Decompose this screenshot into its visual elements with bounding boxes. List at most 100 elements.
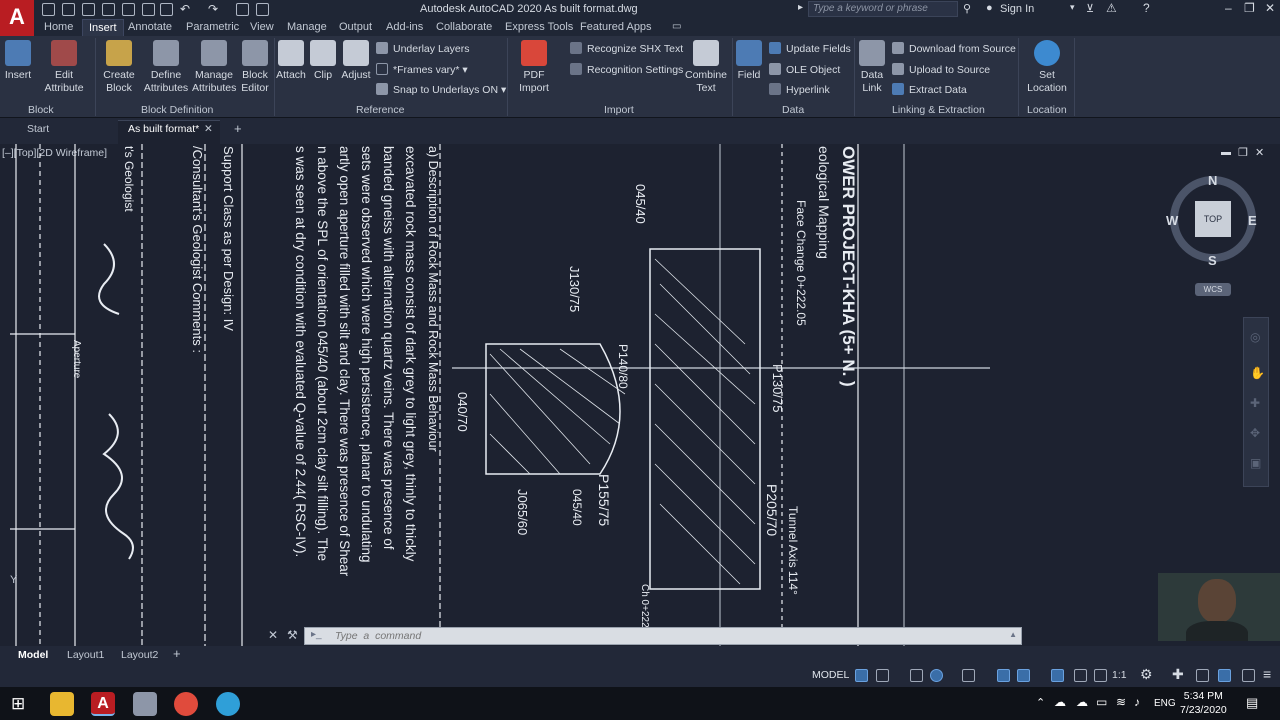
new-file-icon[interactable] (42, 3, 55, 16)
tab-parametric[interactable]: Parametric (186, 21, 239, 33)
tab-featured-apps[interactable]: Featured Apps (580, 21, 652, 33)
panel-label-reference[interactable]: Reference (356, 104, 404, 116)
compass-north[interactable]: N (1208, 173, 1217, 188)
upload-to-source-button[interactable]: Upload to Source (892, 63, 990, 76)
define-attributes-button[interactable]: Define Attributes (142, 40, 190, 95)
cloud-save-icon[interactable] (142, 3, 155, 16)
scale-value[interactable]: 1:1 (1112, 669, 1127, 681)
tab-add-ins[interactable]: Add-ins (386, 21, 423, 33)
panel-label-block[interactable]: Block (28, 104, 54, 116)
insert-button[interactable]: Insert (2, 40, 34, 82)
save-icon[interactable] (82, 3, 95, 16)
expand-arrow-icon[interactable]: ▸ (798, 2, 803, 13)
quick-properties-icon[interactable] (1218, 669, 1231, 682)
autocad-logo[interactable]: A (0, 0, 34, 36)
viewport-minimize-icon[interactable]: ▬ (1221, 147, 1231, 158)
workspace-gear-icon[interactable]: ⚙ (1140, 666, 1153, 683)
grid-icon[interactable] (855, 669, 868, 682)
panel-label-linking[interactable]: Linking & Extraction (892, 104, 985, 116)
language-indicator[interactable]: ENG (1154, 698, 1176, 709)
model-space-toggle[interactable]: MODEL (812, 669, 849, 681)
search-input[interactable]: Type a keyword or phrase (808, 1, 958, 17)
plot-icon[interactable] (160, 3, 173, 16)
underlay-layers-button[interactable]: Underlay Layers (376, 42, 469, 55)
redo-icon[interactable]: ↷ (208, 2, 218, 16)
block-editor-button[interactable]: Block Editor (238, 40, 272, 95)
panel-label-location[interactable]: Location (1027, 104, 1067, 116)
object-snap-tracking-icon[interactable] (997, 669, 1010, 682)
cloud-icon[interactable]: ☁ (1076, 695, 1088, 709)
auto-scale-icon[interactable] (1074, 669, 1087, 682)
customization-icon[interactable]: ≡ (1263, 666, 1271, 682)
file-explorer-icon[interactable] (50, 692, 74, 716)
ortho-icon[interactable] (910, 669, 923, 682)
onedrive-icon[interactable]: ☁ (1054, 695, 1066, 709)
units-icon[interactable] (1196, 669, 1209, 682)
clip-button[interactable]: Clip (310, 40, 336, 82)
minimize-button[interactable]: – (1225, 1, 1232, 15)
chevron-down-icon[interactable]: ▾ (1070, 2, 1075, 13)
isodraft-icon[interactable] (962, 669, 975, 682)
close-button[interactable]: ✕ (1265, 1, 1275, 15)
tab-manage[interactable]: Manage (287, 21, 327, 33)
panel-label-block-definition[interactable]: Block Definition (141, 104, 213, 116)
pan-icon[interactable]: ✋ (1250, 366, 1265, 380)
panel-label-import[interactable]: Import (604, 104, 634, 116)
close-tab-icon[interactable]: ✕ (204, 123, 213, 135)
combine-text-button[interactable]: Combine Text (684, 40, 728, 95)
tray-chevron-icon[interactable]: ⌃ (1036, 696, 1045, 709)
wifi-icon[interactable]: ≋ (1116, 695, 1126, 709)
command-history-icon[interactable]: ▲ (1009, 630, 1017, 639)
edge-icon[interactable] (216, 692, 240, 716)
new-tab-button[interactable]: + (234, 121, 242, 136)
showmotion-icon[interactable]: ▣ (1250, 456, 1261, 470)
layout-tab-layout2[interactable]: Layout2 (121, 649, 158, 661)
frames-vary-dropdown[interactable]: *Frames vary* ▾ (376, 63, 468, 76)
viewport-restore-icon[interactable]: ❐ (1238, 146, 1248, 159)
steering-wheel-icon[interactable]: ◎ (1250, 330, 1260, 344)
compass-east[interactable]: E (1248, 213, 1257, 228)
annotation-visibility-icon[interactable] (1051, 669, 1064, 682)
hardware-acceleration-icon[interactable] (1242, 669, 1255, 682)
autocad-taskbar-icon[interactable]: A (91, 692, 115, 716)
attach-button[interactable]: Attach (276, 40, 306, 82)
tab-insert[interactable]: Insert (82, 19, 124, 36)
edit-attribute-button[interactable]: Edit Attribute (40, 40, 88, 95)
orbit-icon[interactable]: ✥ (1250, 426, 1260, 440)
windows-start-icon[interactable]: ⊞ (11, 694, 25, 714)
undo-icon[interactable]: ↶ (180, 2, 190, 16)
doc-tab-active[interactable]: As built format* (128, 123, 199, 135)
volume-icon[interactable]: ♪ (1134, 695, 1140, 709)
pdf-import-button[interactable]: PDF Import (514, 40, 554, 95)
tab-annotate[interactable]: Annotate (128, 21, 172, 33)
save-as-icon[interactable] (102, 3, 115, 16)
wcs-menu[interactable]: WCS (1195, 283, 1231, 296)
snap-underlays-dropdown[interactable]: Snap to Underlays ON ▾ (376, 83, 506, 96)
download-from-source-button[interactable]: Download from Source (892, 42, 1016, 55)
data-link-button[interactable]: Data Link (856, 40, 888, 95)
add-layout-button[interactable]: + (173, 646, 181, 661)
viewcube[interactable]: TOP (1170, 176, 1256, 262)
notification-icon[interactable]: ▤ (1246, 695, 1258, 711)
chrome-icon[interactable] (174, 692, 198, 716)
sign-in-link[interactable]: Sign In (1000, 3, 1034, 15)
clock[interactable]: 5:34 PM 7/23/2020 (1180, 689, 1227, 717)
extract-data-button[interactable]: Extract Data (892, 83, 967, 96)
tab-collaborate[interactable]: Collaborate (436, 21, 492, 33)
binoculars-icon[interactable]: ⚲ (963, 2, 971, 15)
hyperlink-button[interactable]: Hyperlink (769, 83, 830, 96)
viewcube-top-face[interactable]: TOP (1195, 201, 1231, 237)
ole-object-button[interactable]: OLE Object (769, 63, 840, 76)
set-location-button[interactable]: Set Location (1024, 40, 1070, 95)
cloud-open-icon[interactable] (122, 3, 135, 16)
tab-view[interactable]: View (250, 21, 274, 33)
tab-output[interactable]: Output (339, 21, 372, 33)
snap-mode-icon[interactable] (876, 669, 889, 682)
panel-label-data[interactable]: Data (782, 104, 804, 116)
battery-icon[interactable]: ▭ (1096, 695, 1107, 709)
customize-command-icon[interactable]: ⚒ (287, 628, 298, 642)
workspace-icon[interactable] (256, 3, 269, 16)
autodesk-a360-icon[interactable]: ⚠ (1106, 1, 1117, 15)
layout-tab-layout1[interactable]: Layout1 (67, 649, 104, 661)
field-button[interactable]: Field (734, 40, 764, 82)
